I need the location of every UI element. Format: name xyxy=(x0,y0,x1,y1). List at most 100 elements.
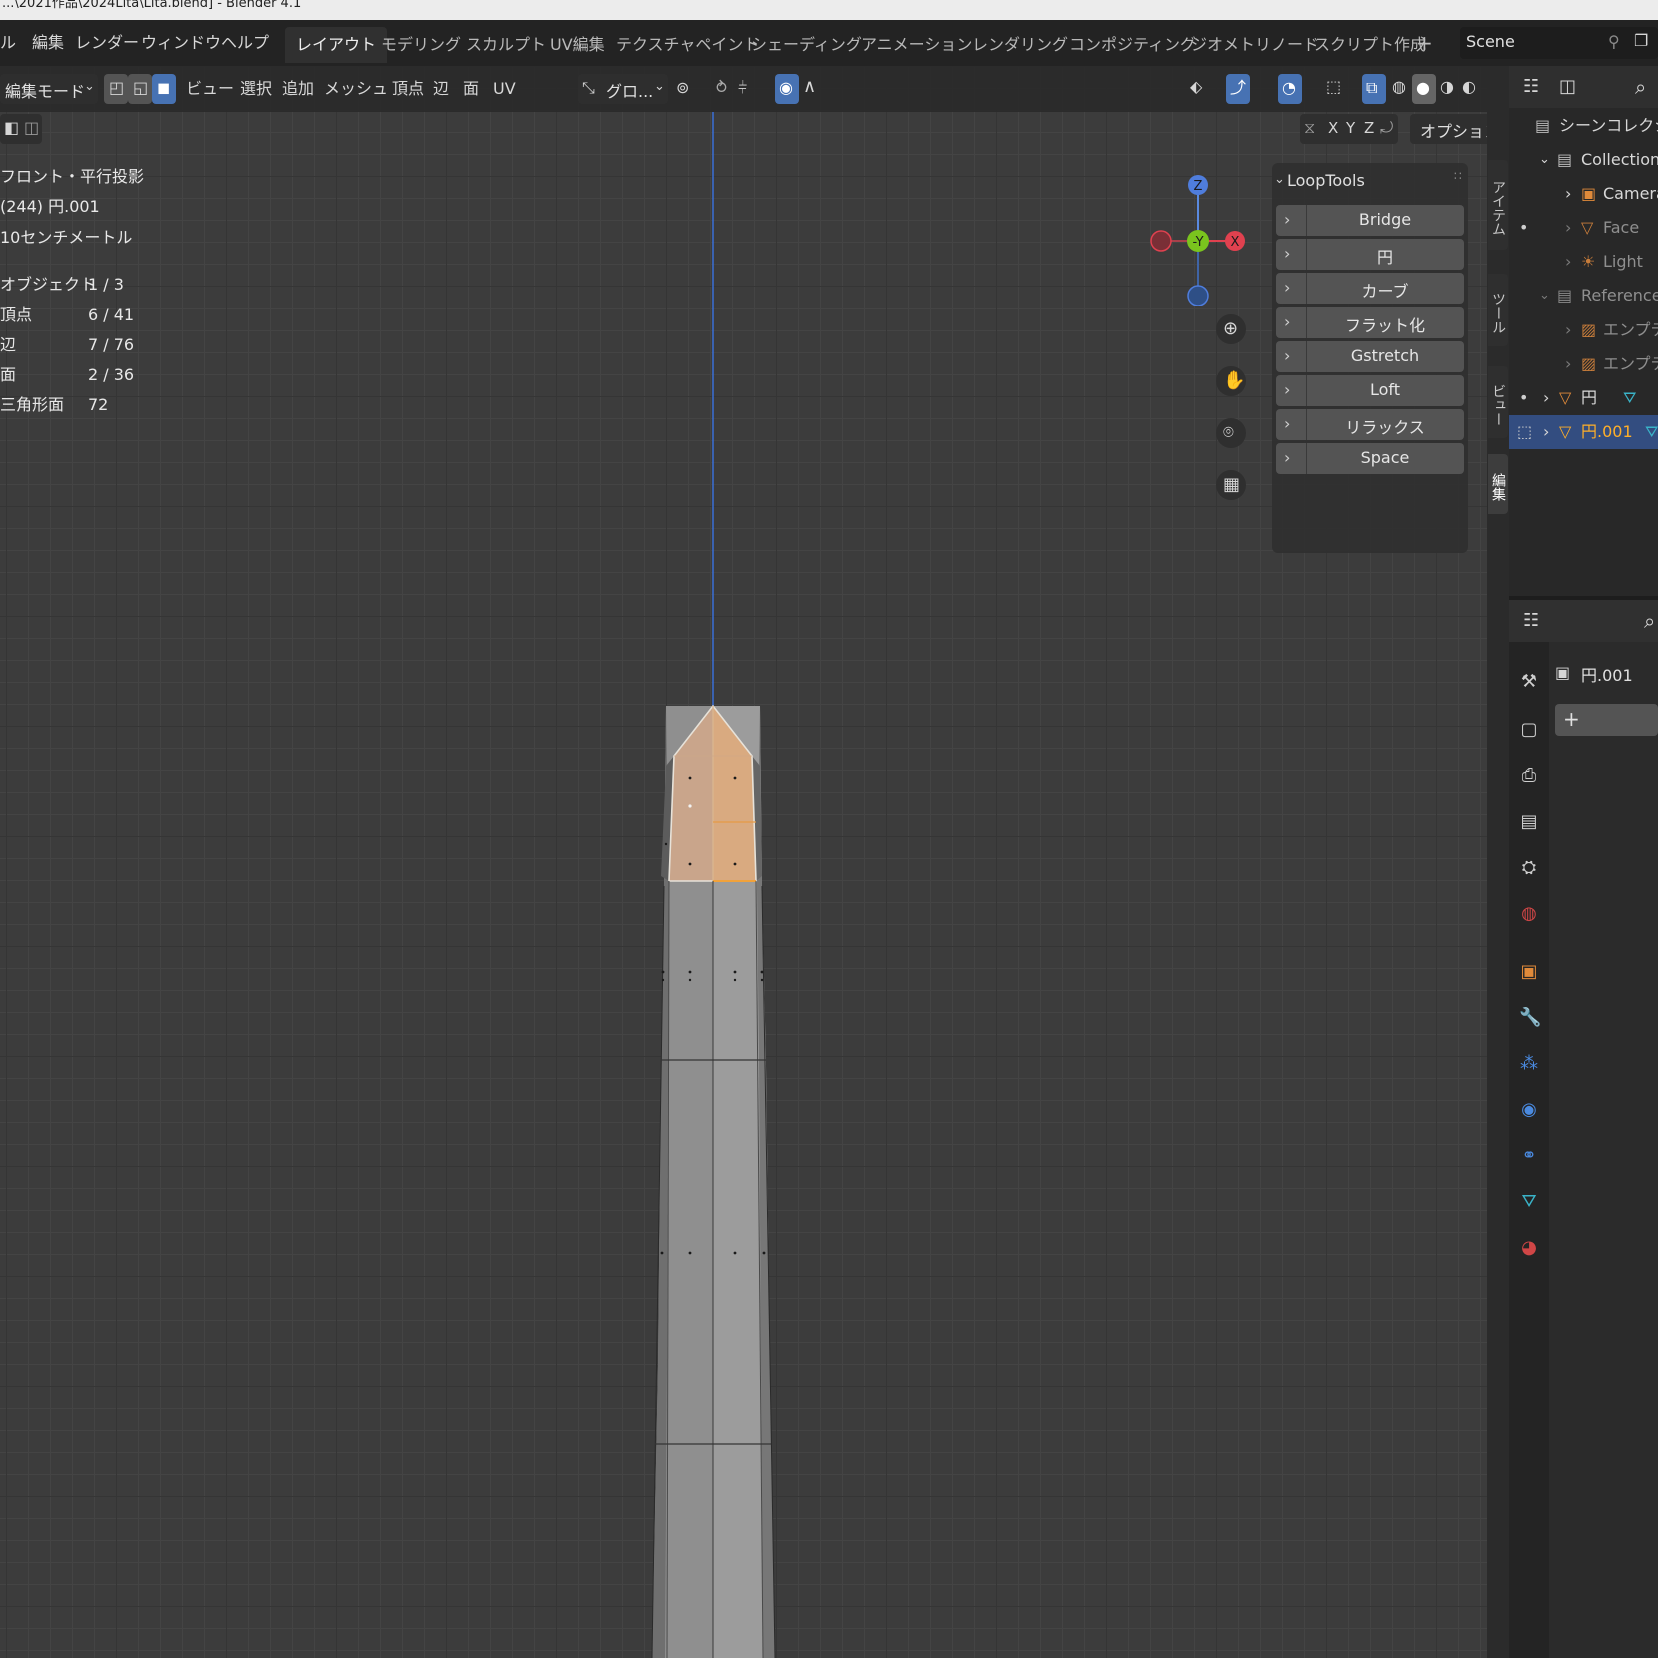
snap-target-icon[interactable]: ⫩ xyxy=(738,80,747,96)
outliner-item-camera[interactable]: › ▣ Camera xyxy=(1509,177,1658,211)
camera-view-button[interactable]: ⌾ xyxy=(1216,418,1246,448)
outliner-item-collection[interactable]: ⌄ ▤ Collection xyxy=(1509,143,1658,177)
mode-dropdown[interactable]: 編集モード ⌄ xyxy=(0,74,98,104)
tab-edit[interactable]: 編集 xyxy=(1488,454,1508,514)
outliner-item-light[interactable]: › ☀ Light xyxy=(1509,245,1658,279)
tab-view[interactable]: ビュー xyxy=(1488,366,1508,438)
pivot-point-icon[interactable]: ⊚ xyxy=(676,80,689,96)
material-preview-icon[interactable]: ◑ xyxy=(1440,79,1454,95)
visibility-dot-icon[interactable]: • xyxy=(1519,211,1528,245)
menu-file[interactable]: ル xyxy=(0,30,16,56)
face-select-button[interactable]: ◼ xyxy=(152,74,176,104)
mirror-icon[interactable]: ⧖ xyxy=(1304,120,1315,136)
falloff-icon[interactable]: ∧ xyxy=(803,78,816,96)
wireframe-shading-icon[interactable]: ◍ xyxy=(1392,79,1406,95)
proportional-edit-button[interactable]: ◉ xyxy=(775,74,799,104)
visibility-dot-icon[interactable]: • xyxy=(1519,381,1528,415)
mirror-z-toggle[interactable]: Z xyxy=(1364,119,1374,137)
xray-toggle-button[interactable]: ⧉ xyxy=(1362,74,1386,104)
menu-uv[interactable]: UV xyxy=(493,76,516,102)
looptools-item-curve[interactable]: › カーブ xyxy=(1276,273,1464,304)
looptools-item-flatten[interactable]: › フラット化 xyxy=(1276,307,1464,338)
add-modifier-button[interactable]: + xyxy=(1555,704,1658,736)
search-icon[interactable]: ⌕ xyxy=(1635,77,1646,97)
looptools-item-relax[interactable]: › リラックス xyxy=(1276,409,1464,440)
zoom-button[interactable]: ⊕ xyxy=(1216,314,1246,344)
particles-icon[interactable]: ⁂ xyxy=(1519,1054,1539,1074)
display-mode-icon[interactable]: ◫ xyxy=(1559,78,1576,96)
menu-mesh[interactable]: メッシュ xyxy=(324,76,388,102)
menu-view[interactable]: ビュー xyxy=(186,76,234,102)
world-icon[interactable]: ◍ xyxy=(1519,904,1539,924)
editor-type-icon[interactable]: ☷ xyxy=(1523,612,1539,630)
editor-type-icon[interactable]: ☷ xyxy=(1523,78,1539,96)
wrench-icon[interactable]: 🔧 xyxy=(1519,1008,1541,1028)
outliner-item-circle[interactable]: • › ▽ 円 ⛛ xyxy=(1509,381,1658,415)
navigation-gizmo[interactable]: Z X -Y xyxy=(1140,166,1250,306)
outliner-item-empty-2[interactable]: › ▨ エンプティ xyxy=(1509,347,1658,381)
constraints-icon[interactable]: ⚭ xyxy=(1519,1146,1539,1166)
outliner-item-empty-1[interactable]: › ▨ エンプティ xyxy=(1509,313,1658,347)
new-scene-icon[interactable]: ❐ xyxy=(1634,33,1648,49)
tab-item[interactable]: アイテム xyxy=(1488,160,1508,250)
physics-icon[interactable]: ◉ xyxy=(1519,1100,1539,1120)
edit-mode-icon[interactable]: ⬚ xyxy=(1517,424,1532,440)
object-icon[interactable]: ▣ xyxy=(1519,962,1539,982)
search-icon[interactable]: ⌕ xyxy=(1644,611,1655,631)
transform-orientation-dropdown[interactable]: ⤡ グロ... ⌄ xyxy=(578,74,668,104)
drag-handle-icon[interactable]: ∷ xyxy=(1454,169,1462,183)
chevron-down-icon[interactable]: ⌄ xyxy=(1274,172,1285,187)
outliner-scene-collection[interactable]: ▤ シーンコレクション xyxy=(1509,109,1658,143)
auto-merge-icon[interactable]: ⤾ xyxy=(1380,120,1393,136)
menu-render[interactable]: レンダー xyxy=(75,30,139,56)
3d-viewport[interactable]: 編集モード ⌄ ◰ ◱ ◼ ビュー 選択 追加 メッシュ 頂点 辺 面 UV ⤡… xyxy=(0,66,1487,1658)
gizmo-toggle-button[interactable]: ⤴ xyxy=(1226,74,1250,104)
snap-toggle-icon[interactable]: ⥁ xyxy=(716,80,727,96)
looptools-item-space[interactable]: › Space xyxy=(1276,443,1464,474)
menu-window[interactable]: ウィンドウ xyxy=(141,30,221,56)
tool-icon[interactable]: ⚒ xyxy=(1519,672,1539,692)
tab-tool[interactable]: ツール xyxy=(1488,274,1508,346)
menu-edge[interactable]: 辺 xyxy=(433,76,449,102)
mesh-data-icon[interactable]: ⛛ xyxy=(1645,424,1658,440)
pin-icon[interactable]: ⚲ xyxy=(1608,34,1620,50)
mirror-y-toggle[interactable]: Y xyxy=(1346,119,1355,137)
menu-select[interactable]: 選択 xyxy=(240,76,272,102)
select-mode-buttons[interactable]: ◧ ◫ xyxy=(0,114,42,144)
mesh-data-icon[interactable]: ⛛ xyxy=(1623,390,1636,406)
mirror-x-toggle[interactable]: X xyxy=(1328,119,1338,137)
solid-shading-button[interactable]: ● xyxy=(1412,74,1436,104)
view-layer-icon[interactable]: ▤ xyxy=(1519,812,1539,832)
vertex-select-button[interactable]: ◰ xyxy=(104,74,128,104)
menu-help[interactable]: ヘルプ xyxy=(221,30,269,56)
menu-face[interactable]: 面 xyxy=(463,76,479,102)
overlay-toggle-button[interactable]: ◔ xyxy=(1278,74,1302,104)
scene-icon[interactable]: ⛭ xyxy=(1519,858,1539,878)
looptools-title[interactable]: LoopTools xyxy=(1287,171,1365,190)
projection-toggle-button[interactable]: ▦ xyxy=(1216,470,1246,500)
outliner-item-face[interactable]: • › ▽ Face xyxy=(1509,211,1658,245)
pan-button[interactable]: ✋ xyxy=(1216,366,1246,396)
mesh-data-icon[interactable]: ⛛ xyxy=(1519,1192,1539,1212)
add-workspace-button[interactable]: + xyxy=(1416,30,1433,56)
output-icon[interactable]: ⎙ xyxy=(1519,766,1539,786)
visibility-selectability-icon[interactable]: ⬖ xyxy=(1190,79,1202,95)
outliner-item-reference[interactable]: ⌄ ▤ Reference xyxy=(1509,279,1658,313)
rendered-shading-icon[interactable]: ◐ xyxy=(1462,79,1476,95)
options-dropdown[interactable]: オプション ⌄ xyxy=(1410,114,1487,144)
render-icon[interactable]: ▢ xyxy=(1519,720,1539,740)
menu-vertex[interactable]: 頂点 xyxy=(392,76,424,102)
edge-select-button[interactable]: ◱ xyxy=(128,74,152,104)
looptools-item-bridge[interactable]: › Bridge xyxy=(1276,205,1464,236)
scene-field[interactable]: Scene ⚲ ❐ xyxy=(1460,27,1658,59)
menu-add[interactable]: 追加 xyxy=(282,76,314,102)
menu-edit[interactable]: 編集 xyxy=(32,30,64,56)
looptools-item-gstretch[interactable]: › Gstretch xyxy=(1276,341,1464,372)
outliner-item-circle-001[interactable]: ⬚ › ▽ 円.001 ⛛ xyxy=(1509,415,1658,449)
material-icon[interactable]: ◕ xyxy=(1519,1238,1539,1258)
mesh-edit-overlay-icon[interactable]: ⬚ xyxy=(1326,79,1341,95)
stat-label: 三角形面 xyxy=(0,395,65,414)
looptools-item-loft[interactable]: › Loft xyxy=(1276,375,1464,406)
mesh-object[interactable] xyxy=(0,66,1487,1658)
looptools-item-circle[interactable]: › 円 xyxy=(1276,239,1464,270)
